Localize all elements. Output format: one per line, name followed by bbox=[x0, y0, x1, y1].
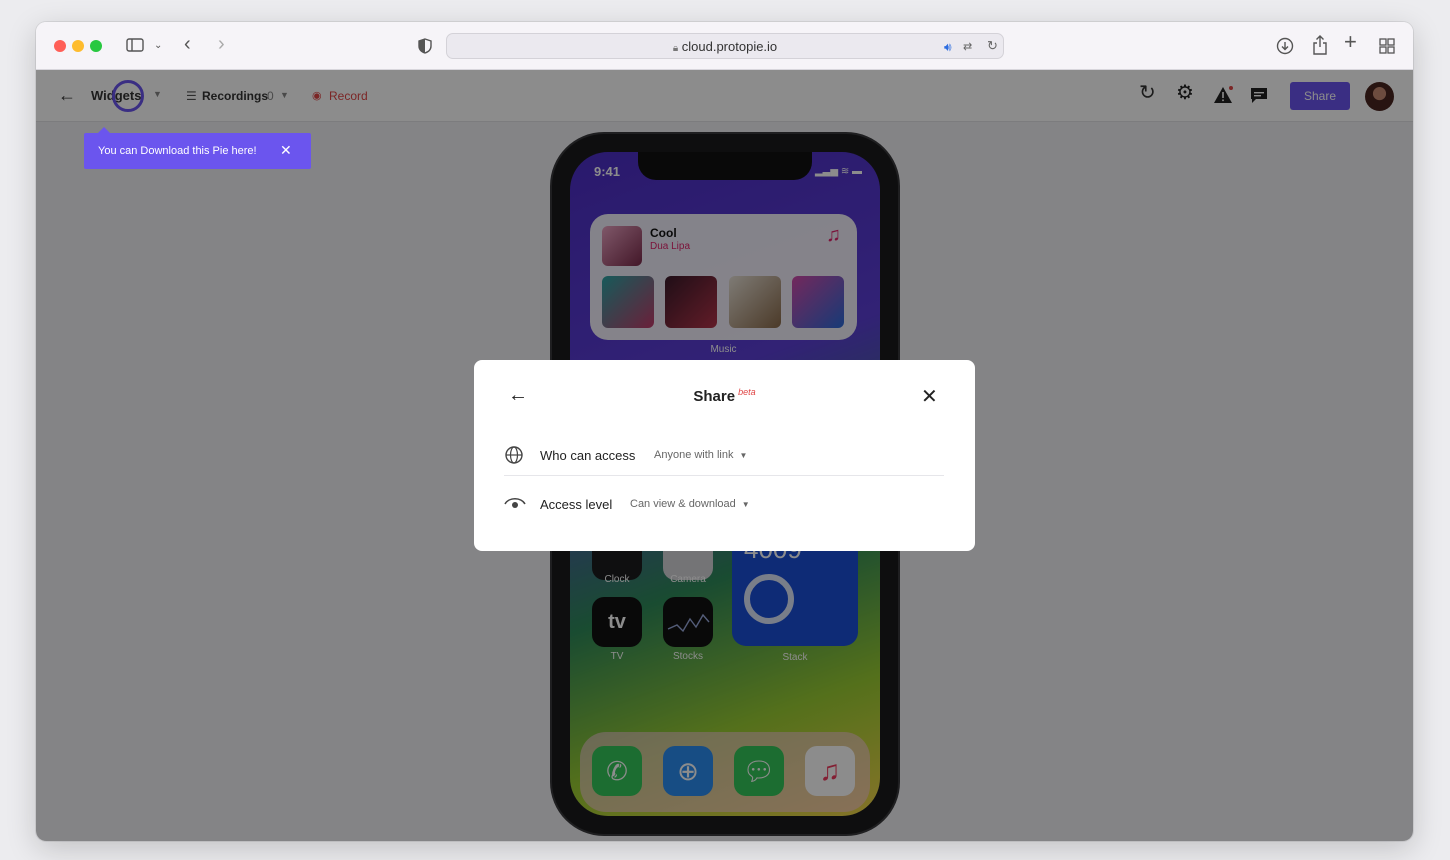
access-level-label: Access level bbox=[540, 497, 613, 512]
tooltip-text: You can Download this Pie here! bbox=[98, 145, 257, 157]
who-can-access-label: Who can access bbox=[540, 448, 636, 463]
share-sheet-icon[interactable] bbox=[1312, 35, 1328, 59]
new-tab-icon[interactable]: + bbox=[1344, 31, 1357, 53]
tooltip-close-icon[interactable]: ✕ bbox=[280, 142, 292, 159]
minimize-window-button[interactable] bbox=[72, 40, 84, 52]
globe-icon bbox=[504, 445, 524, 470]
access-level-select[interactable]: Can view & download ▼ bbox=[630, 498, 750, 510]
browser-window: ⌄ ‹ › 🔒︎ cloud.protopie.io 🔊︎ ⇄ ↻ + ← Wi… bbox=[36, 22, 1413, 841]
downloads-icon[interactable] bbox=[1276, 37, 1294, 59]
who-can-access-select[interactable]: Anyone with link ▼ bbox=[654, 449, 747, 461]
tab-overview-icon[interactable] bbox=[1379, 38, 1395, 58]
privacy-shield-icon[interactable] bbox=[418, 38, 432, 58]
eye-icon bbox=[504, 495, 526, 516]
protopie-cloud-app: ← Widgets ▼ ☰ Recordings 0 ▼ ◉ Record ↻ … bbox=[36, 70, 1413, 841]
who-can-access-value: Anyone with link bbox=[654, 449, 734, 461]
url-text: cloud.protopie.io bbox=[681, 39, 778, 54]
sidebar-icon[interactable] bbox=[126, 38, 144, 56]
modal-close-icon[interactable]: ✕ bbox=[921, 384, 938, 409]
reload-icon[interactable]: ↻ bbox=[987, 38, 998, 54]
caret-down-icon: ▼ bbox=[739, 451, 748, 460]
who-can-access-row: Who can access Anyone with link ▼ bbox=[504, 436, 944, 476]
back-nav-icon[interactable]: ‹ bbox=[184, 34, 191, 54]
address-bar[interactable]: 🔒︎ cloud.protopie.io 🔊︎ ⇄ ↻ bbox=[446, 33, 1004, 59]
browser-toolbar: ⌄ ‹ › 🔒︎ cloud.protopie.io 🔊︎ ⇄ ↻ + bbox=[36, 22, 1413, 70]
download-tooltip: You can Download this Pie here! ✕ bbox=[84, 127, 311, 169]
modal-title-text: Share bbox=[693, 388, 736, 405]
beta-badge: beta bbox=[738, 387, 756, 397]
modal-title: Share beta bbox=[474, 387, 975, 405]
zoom-window-button[interactable] bbox=[90, 40, 102, 52]
translate-icon[interactable]: ⇄ bbox=[963, 39, 972, 55]
caret-down-icon: ▼ bbox=[741, 500, 750, 509]
audio-playing-icon[interactable]: 🔊︎ bbox=[944, 39, 952, 55]
access-level-row: Access level Can view & download ▼ bbox=[504, 485, 944, 525]
forward-nav-icon[interactable]: › bbox=[218, 34, 225, 54]
chevron-down-icon[interactable]: ⌄ bbox=[154, 38, 162, 54]
close-window-button[interactable] bbox=[54, 40, 66, 52]
access-level-value: Can view & download bbox=[630, 498, 736, 510]
share-modal: ← Share beta ✕ Who can access Anyone with… bbox=[474, 360, 975, 551]
lock-icon: 🔒︎ bbox=[672, 43, 679, 54]
